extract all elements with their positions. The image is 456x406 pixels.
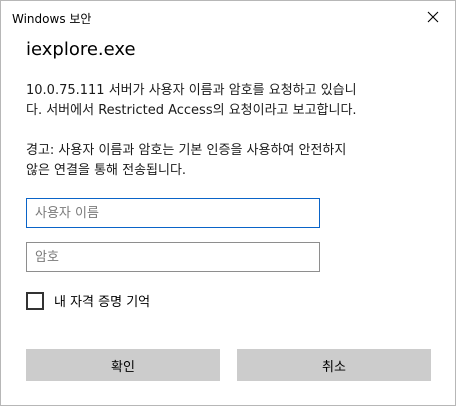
remember-credentials[interactable]: 내 자격 증명 기억 xyxy=(26,291,150,310)
username-input[interactable] xyxy=(26,198,320,228)
title-bar: Windows 보안 xyxy=(1,1,455,33)
ok-button[interactable]: 확인 xyxy=(26,349,220,381)
password-input[interactable] xyxy=(26,242,320,272)
close-button[interactable] xyxy=(411,1,455,33)
window-title: Windows 보안 xyxy=(12,12,92,26)
auth-message-line-2: 다. 서버에서 Restricted Access의 요청이라고 보고합니다. xyxy=(26,103,357,118)
warning-message: 경고: 사용자 이름과 암호는 기본 인증을 사용하여 안전하지 않은 연결을 … xyxy=(26,141,436,181)
app-name: iexplore.exe xyxy=(26,39,136,60)
warning-message-line-1: 경고: 사용자 이름과 암호는 기본 인증을 사용하여 안전하지 xyxy=(26,143,347,158)
remember-label: 내 자격 증명 기억 xyxy=(54,295,151,310)
remember-checkbox[interactable] xyxy=(26,291,44,310)
cancel-button[interactable]: 취소 xyxy=(237,349,431,381)
warning-message-line-2: 않은 연결을 통해 전송됩니다. xyxy=(26,163,187,178)
auth-message: 10.0.75.111 서버가 사용자 이름과 암호를 요청하고 있습니 다. … xyxy=(26,81,436,121)
security-dialog: Windows 보안 iexplore.exe 10.0.75.111 서버가 … xyxy=(0,0,456,406)
auth-message-line-1: 10.0.75.111 서버가 사용자 이름과 암호를 요청하고 있습니 xyxy=(26,83,357,98)
close-icon xyxy=(427,11,439,23)
